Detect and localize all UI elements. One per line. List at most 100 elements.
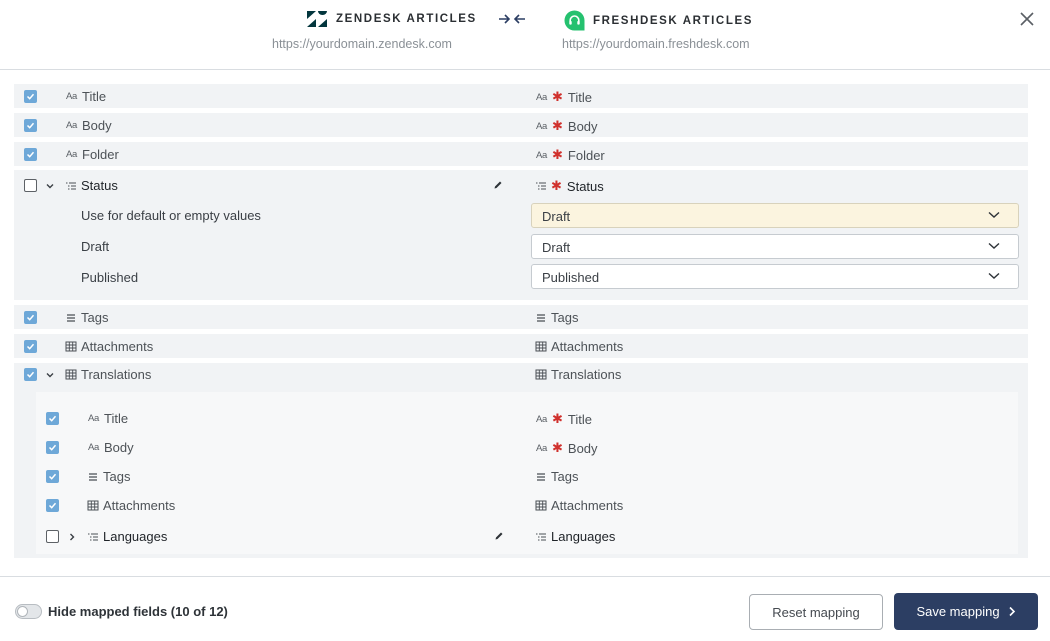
target-app-name: FRESHDESK ARTICLES xyxy=(593,14,753,27)
required-icon: ✱ xyxy=(552,89,563,104)
hide-mapped-toggle[interactable] xyxy=(15,604,42,619)
child-checkbox-body[interactable] xyxy=(46,441,59,454)
reset-mapping-button[interactable]: Reset mapping xyxy=(749,594,883,630)
text-type-icon: Aa xyxy=(535,413,548,425)
table-grid-icon xyxy=(535,369,547,380)
child-checkbox-languages[interactable] xyxy=(46,530,59,543)
target-field-label: Attachments xyxy=(551,498,624,513)
chevron-down-icon[interactable] xyxy=(45,370,55,380)
target-field-label: Translations xyxy=(551,367,622,382)
mapping-footer: Hide mapped fields (10 of 12) Reset mapp… xyxy=(0,576,1050,641)
list-type-icon xyxy=(66,181,76,190)
target-field-label: Attachments xyxy=(551,339,624,354)
tags-list-icon xyxy=(537,313,545,322)
source-field-label: Translations xyxy=(81,367,152,382)
field-row-status: Status ✱ Status Use for default or empty… xyxy=(14,170,1028,300)
target-field: Aa ✱ Body xyxy=(535,118,598,134)
text-type-icon: Aa xyxy=(87,442,100,453)
target-field: Tags xyxy=(535,310,578,325)
source-field-label: Folder xyxy=(82,147,119,162)
sync-arrows-icon xyxy=(499,14,525,24)
list-type-icon xyxy=(536,532,546,541)
target-field-label: Tags xyxy=(551,469,579,484)
child-checkbox-tags[interactable] xyxy=(46,470,59,483)
field-checkbox[interactable] xyxy=(24,148,37,161)
field-checkbox[interactable] xyxy=(24,90,37,103)
field-row-attachments: Attachments Attachments xyxy=(14,334,1028,358)
chevron-down-icon xyxy=(988,242,1000,249)
child-target-field-languages: Languages xyxy=(535,529,615,544)
value-select-published[interactable]: Published xyxy=(531,264,1019,289)
source-field: Status xyxy=(65,178,118,193)
toggle-knob xyxy=(17,606,28,617)
child-checkbox-title[interactable] xyxy=(46,412,59,425)
child-checkbox-attachments[interactable] xyxy=(46,499,59,512)
text-type-icon: Aa xyxy=(535,442,548,454)
source-field-label: Tags xyxy=(81,310,109,325)
tags-list-icon xyxy=(67,313,75,322)
source-field-label: Body xyxy=(82,118,112,133)
required-icon: ✱ xyxy=(552,411,563,426)
freshdesk-logo-icon xyxy=(564,10,585,31)
target-field-label: Languages xyxy=(551,529,616,544)
target-field-label: Title xyxy=(567,89,592,105)
text-type-icon: Aa xyxy=(535,91,548,103)
field-checkbox[interactable] xyxy=(24,119,37,132)
field-checkbox[interactable] xyxy=(24,368,37,381)
target-app: FRESHDESK ARTICLES xyxy=(564,10,753,31)
edit-pencil-icon[interactable] xyxy=(493,180,503,190)
text-type-icon: Aa xyxy=(65,91,78,102)
text-type-icon: Aa xyxy=(65,149,78,160)
field-checkbox[interactable] xyxy=(24,179,37,192)
source-field: Tags xyxy=(65,310,108,325)
source-field-label: Title xyxy=(82,89,107,104)
text-type-icon: Aa xyxy=(87,413,100,424)
hide-mapped-label: Hide mapped fields (10 of 12) xyxy=(48,604,228,619)
source-url: https://yourdomain.zendesk.com xyxy=(272,37,452,51)
target-field: Aa ✱ Title xyxy=(535,89,592,105)
target-url: https://yourdomain.freshdesk.com xyxy=(562,37,750,51)
source-field-label: Tags xyxy=(103,469,131,484)
mapping-header: ZENDESK ARTICLES https://yourdomain.zend… xyxy=(0,0,1050,70)
value-select-default[interactable]: Draft xyxy=(531,203,1019,228)
select-value: Draft xyxy=(542,240,571,255)
chevron-right-icon[interactable] xyxy=(67,532,77,542)
value-select-draft[interactable]: Draft xyxy=(531,234,1019,259)
table-grid-icon xyxy=(535,500,547,511)
source-field-label: Title xyxy=(104,411,129,426)
close-icon[interactable] xyxy=(1018,10,1036,28)
field-row-tags: Tags Tags xyxy=(14,305,1028,329)
target-field-label: Folder xyxy=(567,147,605,163)
source-field: Translations xyxy=(65,367,151,382)
list-type-icon xyxy=(536,182,546,190)
child-target-field-attachments: Attachments xyxy=(535,498,623,513)
field-checkbox[interactable] xyxy=(24,311,37,324)
table-grid-icon xyxy=(65,341,77,352)
target-field: Attachments xyxy=(535,339,623,354)
translations-children: Aa Title Aa ✱ Title Aa Body Aa ✱ Body Ta… xyxy=(36,392,1018,554)
chevron-down-icon xyxy=(988,211,1000,218)
text-type-icon: Aa xyxy=(535,149,548,161)
source-field-label: Attachments xyxy=(81,339,154,354)
chevron-down-icon[interactable] xyxy=(45,181,55,191)
table-grid-icon xyxy=(87,500,99,511)
source-field: Aa Title xyxy=(65,89,106,104)
target-field-label: Body xyxy=(567,118,598,134)
save-mapping-button[interactable]: Save mapping xyxy=(894,593,1038,630)
source-field: Aa Body xyxy=(65,118,112,133)
target-field-label: Body xyxy=(567,440,598,456)
required-icon: ✱ xyxy=(552,440,563,455)
field-checkbox[interactable] xyxy=(24,340,37,353)
field-row-body: Aa Body Aa ✱ Body xyxy=(14,113,1028,137)
value-label-published: Published xyxy=(81,270,139,285)
child-source-field-body: Aa Body xyxy=(87,440,134,455)
target-field: Translations xyxy=(535,367,621,382)
edit-pencil-icon[interactable] xyxy=(494,531,504,541)
field-row-title: Aa Title Aa ✱ Title xyxy=(14,84,1028,108)
source-app: ZENDESK ARTICLES xyxy=(306,10,477,28)
select-value: Draft xyxy=(542,209,571,224)
table-grid-icon xyxy=(65,369,77,380)
field-row-folder: Aa Folder Aa ✱ Folder xyxy=(14,142,1028,166)
text-type-icon: Aa xyxy=(535,120,548,132)
source-field-label: Body xyxy=(104,440,134,455)
